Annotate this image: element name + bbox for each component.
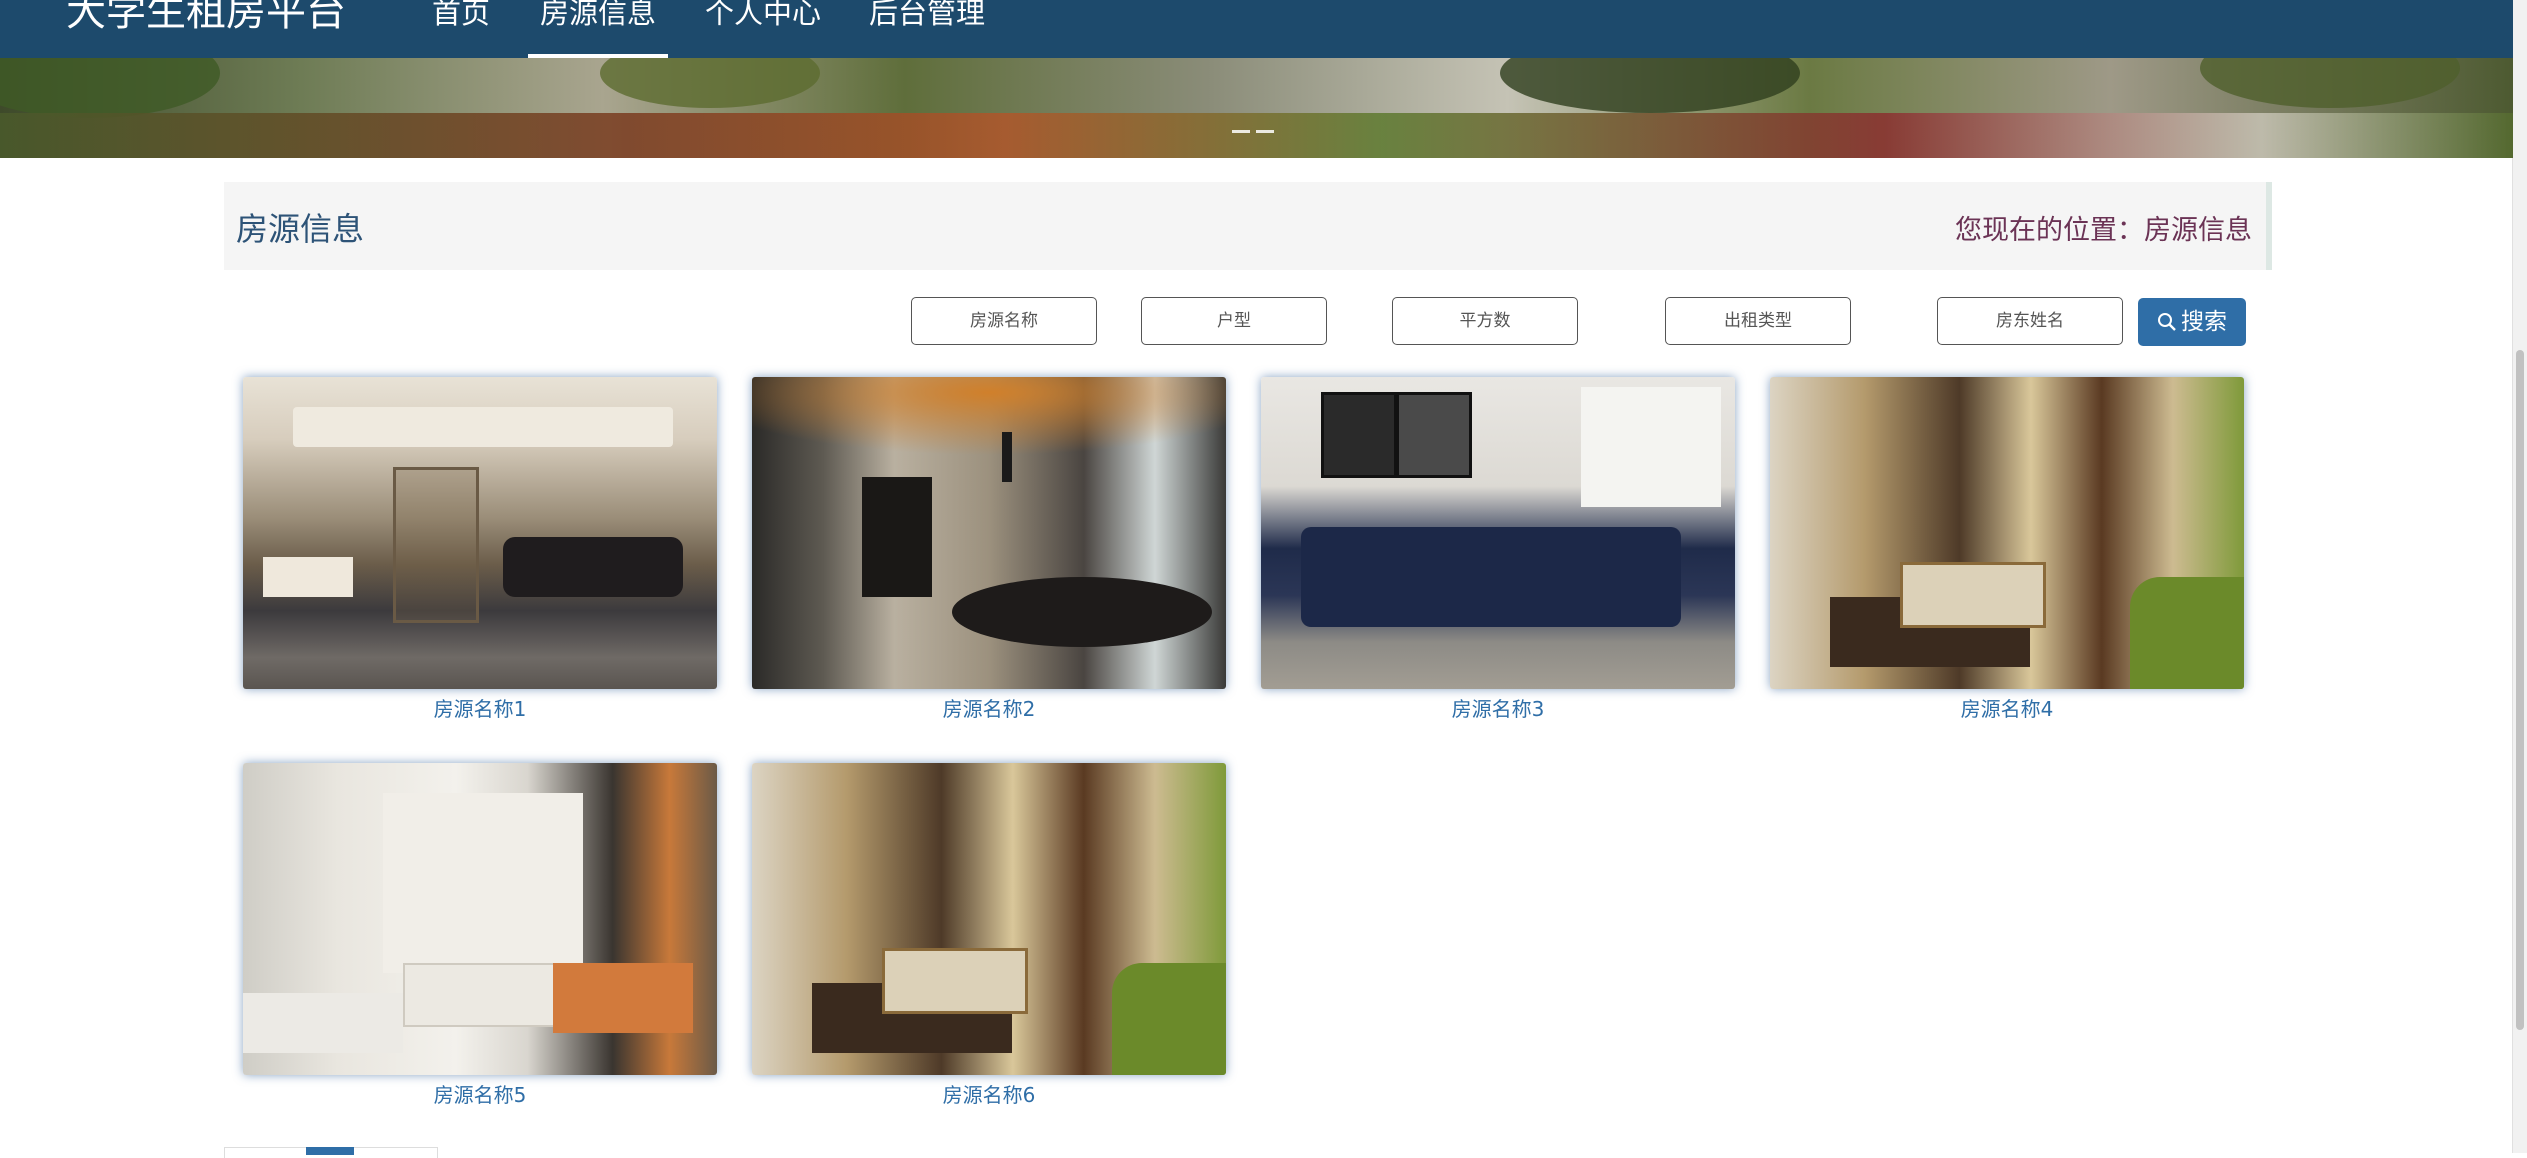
hero-banner-image [0,58,2513,158]
page-scrollbar[interactable] [2512,0,2527,1153]
listing-image[interactable] [752,763,1226,1075]
listing-card[interactable]: 房源名称4 [1770,377,2244,722]
listing-card[interactable]: 房源名称2 [752,377,1226,722]
listing-image[interactable] [243,377,717,689]
listing-card[interactable]: 房源名称6 [752,763,1226,1108]
page-title: 房源信息 [236,210,365,248]
nav-item-profile[interactable]: 个人中心 [705,0,821,58]
nav-item-home[interactable]: 首页 [432,0,490,58]
carousel-indicators[interactable] [1232,118,1280,137]
breadcrumb: 您现在的位置：房源信息 [1955,215,2252,246]
top-navbar: 大学生租房平台 首页 房源信息 个人中心 后台管理 [0,0,2513,58]
listing-name-input[interactable] [911,297,1097,345]
listing-title[interactable]: 房源名称3 [1261,696,1735,722]
nav-item-admin[interactable]: 后台管理 [869,0,985,58]
listing-card[interactable]: 房源名称3 [1261,377,1735,722]
listing-image[interactable] [1770,377,2244,689]
listing-title[interactable]: 房源名称1 [243,696,717,722]
listing-title[interactable]: 房源名称5 [243,1082,717,1108]
rental-type-input[interactable] [1665,297,1851,345]
search-button[interactable]: 搜索 [2138,298,2246,346]
search-icon [2158,313,2176,331]
listing-title[interactable]: 房源名称4 [1770,696,2244,722]
listing-image[interactable] [752,377,1226,689]
listing-title[interactable]: 房源名称2 [752,696,1226,722]
site-brand[interactable]: 大学生租房平台 [66,0,346,40]
room-type-input[interactable] [1141,297,1327,345]
listing-image[interactable] [243,763,717,1075]
scrollbar-thumb[interactable] [2516,350,2524,1030]
listing-card[interactable]: 房源名称5 [243,763,717,1108]
pagination-active-page[interactable] [306,1147,354,1155]
section-header: 房源信息 您现在的位置：房源信息 [224,182,2272,270]
search-button-label: 搜索 [2181,309,2227,335]
listing-image[interactable] [1261,377,1735,689]
nav-item-listings[interactable]: 房源信息 [527,0,669,58]
listing-title[interactable]: 房源名称6 [752,1082,1226,1108]
listing-card[interactable]: 房源名称1 [243,377,717,722]
landlord-name-input[interactable] [1937,297,2123,345]
area-input[interactable] [1392,297,1578,345]
